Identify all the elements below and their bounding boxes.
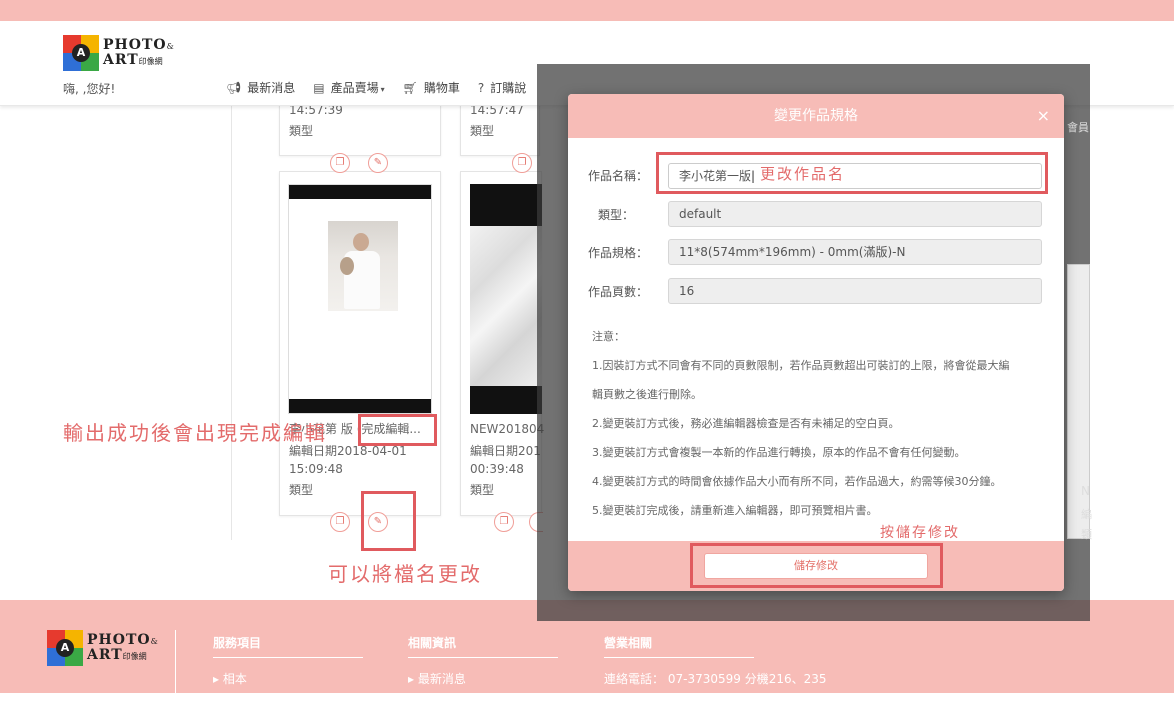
- edit-icon[interactable]: ✎: [368, 512, 388, 532]
- card-time: 15:09:48: [289, 462, 343, 476]
- peek-text: 編: [1081, 508, 1092, 521]
- logo-icon: A: [47, 630, 83, 666]
- footer-divider: [175, 630, 176, 693]
- annotation-box-status: [358, 414, 437, 446]
- annotation-output-done: 輸出成功後會出現完成編輯: [63, 421, 327, 445]
- project-card[interactable]: NEW201804 編輯日期201 00:39:48 類型: [460, 171, 545, 516]
- logo-icon: A: [63, 35, 99, 71]
- nav-item-cart[interactable]: 🛒︎ 購物車: [403, 79, 460, 96]
- peek-text: 類: [1081, 528, 1092, 541]
- copy-icon[interactable]: ❐: [494, 512, 514, 532]
- copy-icon[interactable]: ❐: [512, 153, 532, 173]
- card-time: 00:39:48: [470, 462, 524, 476]
- logo-wordmark: PHOTO& ART印像網: [87, 632, 158, 663]
- cart-icon: 🛒︎: [402, 81, 418, 95]
- card-type: 類型: [289, 483, 314, 497]
- card-thumbnail[interactable]: [470, 184, 542, 414]
- peek-text: N: [1081, 484, 1090, 498]
- close-icon[interactable]: ×: [1037, 94, 1050, 138]
- nav-item-news[interactable]: 📢︎ 最新消息: [226, 79, 295, 96]
- marble-texture: [470, 226, 542, 386]
- note-line: 5.變更裝訂完成後，請重新進入編輯器，即可預覽相片書。: [592, 504, 878, 517]
- footer-heading: 營業相關: [604, 634, 754, 658]
- pages-field: 16: [668, 278, 1042, 304]
- main-nav: 📢︎ 最新消息 ▤ 產品賣場 ▾ 🛒︎ 購物車 ? 訂購說: [226, 79, 526, 96]
- card-type: 類型: [289, 124, 314, 138]
- footer-link[interactable]: ▸ 最新消息: [408, 670, 558, 687]
- footer-phone: 連絡電話： 07-3730599 分機216、235: [604, 672, 827, 686]
- document-icon: ▤: [313, 81, 325, 95]
- card-title: NEW201804: [470, 422, 545, 436]
- footer-link[interactable]: ▸ 相本: [213, 670, 363, 687]
- card-type: 類型: [470, 124, 495, 138]
- logo-wordmark: PHOTO& ART印像網: [103, 37, 174, 68]
- pages-label: 作品頁數：: [588, 285, 649, 299]
- card-thumbnail[interactable]: [288, 184, 432, 414]
- footer-services: 服務項目 ▸ 相本 ▸ 海報: [213, 634, 363, 710]
- top-pink-bar: [0, 0, 1174, 21]
- card-edit-date: 編輯日期201: [470, 444, 541, 458]
- nav-item-order-info[interactable]: ? 訂購說: [478, 79, 526, 96]
- footer-link[interactable]: ▸ 海報: [213, 693, 363, 710]
- annotation-save: 按儲存修改: [880, 525, 960, 541]
- wedding-photo: [328, 221, 398, 311]
- spec-label: 作品規格：: [588, 246, 649, 260]
- note-line: 3.變更裝訂方式會複製一本新的作品進行轉換，原本的作品不會有任何變動。: [592, 446, 966, 459]
- peek-text: 會員: [1067, 121, 1089, 134]
- footer-heading: 相關資訊: [408, 634, 558, 658]
- sidebar-divider: [231, 106, 232, 540]
- note-line: 輯頁數之後進行刪除。: [592, 388, 702, 401]
- footer-info: 相關資訊 ▸ 最新消息 ▸ 設計師推薦: [408, 634, 558, 710]
- edit-icon[interactable]: ✎: [368, 153, 388, 173]
- question-icon: ?: [477, 81, 485, 95]
- note-line: 1.因裝訂方式不同會有不同的頁數限制，若作品頁數超出可裝訂的上限，將會從最大編: [592, 359, 1010, 372]
- copy-icon[interactable]: ❐: [330, 512, 350, 532]
- card-type: 類型: [470, 483, 495, 497]
- note-line: 2.變更裝訂方式後，務必進編輯器檢查是否有未補足的空白頁。: [592, 417, 900, 430]
- modal-title: 變更作品規格: [774, 108, 858, 124]
- site-logo[interactable]: A PHOTO& ART印像網: [63, 35, 174, 71]
- megaphone-icon: 📢︎: [226, 81, 242, 95]
- footer-heading: 服務項目: [213, 634, 363, 658]
- footer-business: 營業相關 連絡電話： 07-3730599 分機216、235: [604, 634, 827, 687]
- greeting-text: 嗨, ,您好!: [63, 82, 116, 96]
- spec-field: 11*8(574mm*196mm) - 0mm(滿版)-N: [668, 239, 1042, 265]
- caret-down-icon: ▾: [380, 85, 385, 94]
- note-line: 4.變更裝訂方式的時間會依據作品大小而有所不同，若作品過大，約需等候30分鐘。: [592, 475, 1002, 488]
- footer-logo[interactable]: A PHOTO& ART印像網: [47, 630, 158, 666]
- type-field: default: [668, 201, 1042, 227]
- project-card[interactable]: 李小花第.版 (完成編輯... 編輯日期2018-04-01 15:09:48 …: [279, 171, 441, 516]
- notes-title: 注意：: [592, 330, 625, 343]
- modal-header: 變更作品規格 ×: [568, 94, 1064, 138]
- annotation-box-save: [690, 543, 943, 588]
- copy-icon[interactable]: ❐: [330, 153, 350, 173]
- notes-block: 注意： 1.因裝訂方式不同會有不同的頁數限制，若作品頁數超出可裝訂的上限，將會從…: [592, 322, 1042, 525]
- nav-item-products[interactable]: ▤ 產品賣場 ▾: [313, 79, 384, 96]
- footer-link[interactable]: ▸ 設計師推薦: [408, 693, 558, 710]
- annotation-box-name: [656, 152, 1048, 194]
- annotation-change-name: 更改作品名: [760, 165, 846, 183]
- annotation-rename: 可以將檔名更改: [328, 562, 482, 586]
